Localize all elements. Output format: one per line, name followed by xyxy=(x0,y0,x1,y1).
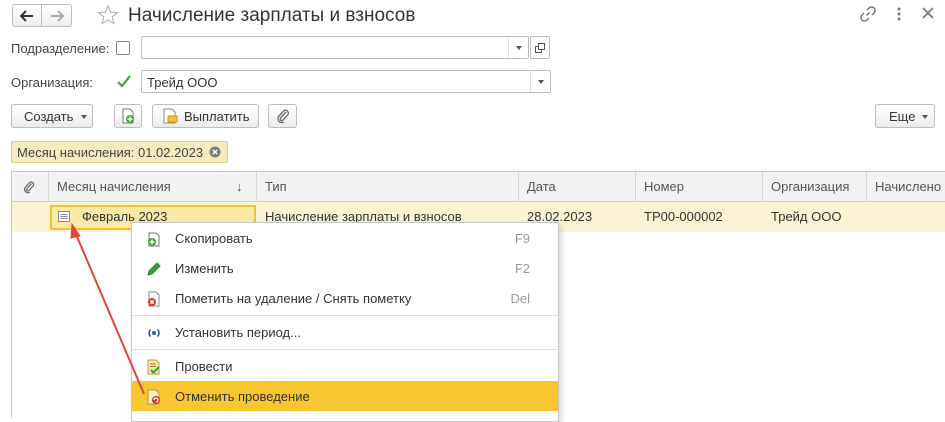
annotation-arrow xyxy=(70,222,145,395)
